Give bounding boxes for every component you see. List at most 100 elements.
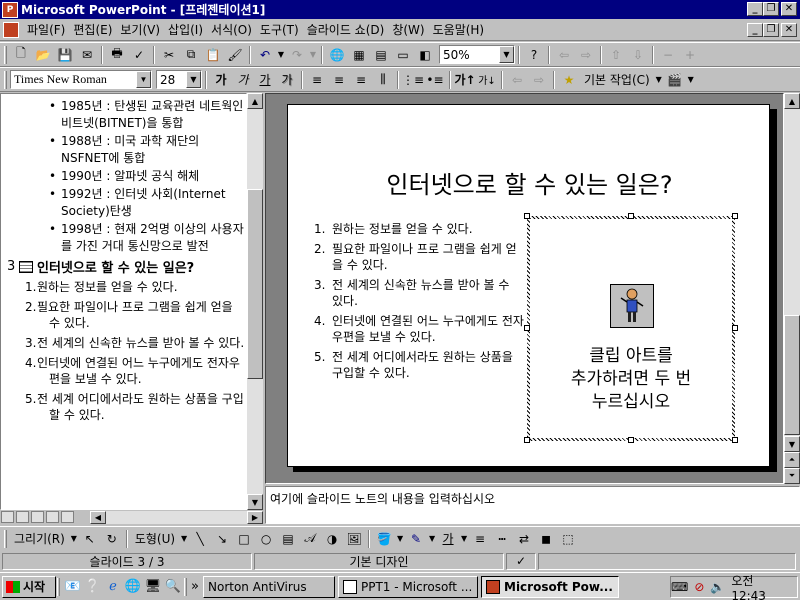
font-color-icon[interactable]: 가 <box>437 528 459 549</box>
outline-bullet[interactable]: 1988년 : 미국 과학 재단의 NSFNET에 통합 <box>1 133 246 167</box>
draw-menu-button[interactable]: 그리기(R) <box>10 530 69 547</box>
spelling-icon[interactable]: ✓ <box>128 44 150 65</box>
zoom-combo[interactable]: 50% ▼ <box>439 45 515 64</box>
resize-handle[interactable] <box>732 213 738 219</box>
minimize-button[interactable]: _ <box>747 2 763 16</box>
menu-help[interactable]: 도움말(H) <box>429 21 489 38</box>
3d-style-icon[interactable]: ⬚ <box>557 528 579 549</box>
collapse-icon[interactable]: − <box>657 44 679 65</box>
open-icon[interactable]: 📂 <box>32 44 54 65</box>
volume-icon[interactable]: 🔈 <box>710 580 725 594</box>
scroll-down-icon[interactable]: ▼ <box>784 436 800 452</box>
slide-pane[interactable]: 인터넷으로 할 수 있는 일은? 1. 원하는 정보를 얻을 수 있다. 2. 필요… <box>265 93 784 484</box>
chevron-down-icon[interactable]: ▼ <box>499 46 514 63</box>
outline-view-icon[interactable] <box>16 511 29 523</box>
menu-slideshow[interactable]: 슬라이드 쇼(D) <box>303 21 389 38</box>
distribute-icon[interactable]: ⫼ <box>372 69 394 90</box>
taskbar-grip[interactable] <box>184 577 187 596</box>
doc-close-button[interactable]: ✕ <box>781 23 797 37</box>
previous-slide-icon[interactable]: ⏶ <box>784 452 800 468</box>
paste-icon[interactable]: 📋 <box>202 44 224 65</box>
start-button[interactable]: 시작 <box>2 575 56 598</box>
arrow-tool-icon[interactable]: ↘ <box>211 528 233 549</box>
dash-style-icon[interactable]: ┅ <box>491 528 513 549</box>
menu-edit[interactable]: 편집(E) <box>69 21 116 38</box>
wordart-icon[interactable]: 𝒜 <box>299 528 321 549</box>
slide-scrollbar[interactable]: ▲ ▼ ⏶ ⏷ <box>784 93 800 484</box>
redo-icon[interactable]: ↷ <box>286 44 308 65</box>
copy-icon[interactable]: ⧉ <box>180 44 202 65</box>
internet-explorer-icon[interactable]: ℯ <box>103 577 123 597</box>
desktop-icon[interactable]: 🖥 <box>143 577 163 597</box>
rectangle-tool-icon[interactable]: □ <box>233 528 255 549</box>
shadow-icon[interactable]: 가 <box>276 69 298 90</box>
search-icon[interactable]: 🔍 <box>163 577 183 597</box>
task-ppt1[interactable]: PPT1 - Microsoft ... <box>338 575 478 598</box>
outline-numbered-item[interactable]: 5.전 세계 어디에서라도 원하는 상품을 구입할 수 있다. <box>1 391 246 423</box>
slide-sorter-view-icon[interactable] <box>46 511 59 523</box>
email-icon[interactable]: ✉ <box>76 44 98 65</box>
font-size-combo[interactable]: 28 ▼ <box>156 70 202 89</box>
grayscale-icon[interactable]: ◧ <box>414 44 436 65</box>
demote-icon[interactable]: ⇨ <box>575 44 597 65</box>
toolbar-grip[interactable] <box>4 529 7 548</box>
doc-restore-button[interactable]: ❐ <box>763 23 779 37</box>
move-up-icon[interactable]: ⇧ <box>605 44 627 65</box>
line-tool-icon[interactable]: ╲ <box>189 528 211 549</box>
oval-tool-icon[interactable]: ○ <box>255 528 277 549</box>
animation-star-icon[interactable]: ★ <box>558 69 580 90</box>
slide-list-item[interactable]: 3. 전 세계의 신속한 뉴스를 받아 볼 수 있다. <box>314 277 524 309</box>
help-icon[interactable]: ❔ <box>83 577 103 597</box>
scroll-up-icon[interactable]: ▲ <box>247 93 263 109</box>
dropdown-arrow-icon[interactable]: ▼ <box>654 69 664 90</box>
save-icon[interactable]: 💾 <box>54 44 76 65</box>
outline-slide-title[interactable]: 3 인터넷으로 할 수 있는 일은? <box>1 256 246 277</box>
outline-pane[interactable]: 1985년 : 탄생된 교육관련 네트웍인 비트넷(BITNET)을 통합 19… <box>0 93 247 510</box>
expand-icon[interactable]: + <box>679 44 701 65</box>
horizontal-scrollbar[interactable]: ◀ ▶ <box>90 511 263 524</box>
format-painter-icon[interactable]: 🖌 <box>224 44 246 65</box>
antivirus-tray-icon[interactable]: ⊘ <box>694 580 704 594</box>
resize-handle[interactable] <box>524 325 530 331</box>
resize-handle[interactable] <box>524 437 530 443</box>
textbox-icon[interactable]: ▤ <box>277 528 299 549</box>
dropdown-arrow-icon[interactable]: ▼ <box>179 528 189 549</box>
outline-bullet[interactable]: 1992년 : 인터넷 사회(Internet Society)탄생 <box>1 186 246 220</box>
slide-list-item[interactable]: 4. 인터넷에 연결된 어느 누구에게도 전자우편을 보낼 수 있다. <box>314 313 524 345</box>
menu-view[interactable]: 보기(V) <box>116 21 164 38</box>
clip-art-icon[interactable] <box>610 284 654 328</box>
slide-list-item[interactable]: 2. 필요한 파일이나 프로 그램을 쉽게 얻을 수 있다. <box>314 241 524 273</box>
new-icon[interactable]: 🗋 <box>10 44 32 65</box>
resize-handle[interactable] <box>628 213 634 219</box>
browser-icon[interactable]: 🌐 <box>123 577 143 597</box>
normal-view-icon[interactable] <box>1 511 14 523</box>
chevron-down-icon[interactable]: ▼ <box>186 71 201 88</box>
scroll-thumb[interactable] <box>247 189 263 379</box>
powerpoint-app-icon[interactable]: P <box>2 1 18 18</box>
scroll-up-icon[interactable]: ▲ <box>784 93 800 109</box>
scroll-down-icon[interactable]: ▼ <box>247 494 263 510</box>
spelling-status-icon[interactable]: ✓ <box>506 552 536 570</box>
cut-icon[interactable]: ✂ <box>158 44 180 65</box>
shadow-style-icon[interactable]: ◼ <box>535 528 557 549</box>
taskbar-grip[interactable] <box>57 577 60 596</box>
increase-font-icon[interactable]: 가↑ <box>454 69 476 90</box>
task-powerpoint[interactable]: Microsoft Pow... <box>481 575 619 598</box>
help-icon[interactable]: ? <box>523 44 545 65</box>
new-slide-icon[interactable]: ▭ <box>392 44 414 65</box>
outline-numbered-item[interactable]: 4.인터넷에 연결된 어느 누구에게도 전자우편을 보낼 수 있다. <box>1 355 246 387</box>
decrease-font-icon[interactable]: 가↓ <box>476 69 498 90</box>
resize-handle[interactable] <box>732 325 738 331</box>
menu-format[interactable]: 서식(O) <box>207 21 256 38</box>
print-icon[interactable]: 🖶 <box>106 44 128 65</box>
menu-insert[interactable]: 삽입(I) <box>164 21 207 38</box>
scroll-left-icon[interactable]: ◀ <box>90 511 106 524</box>
close-button[interactable]: ✕ <box>781 2 797 16</box>
slide-list-item[interactable]: 5. 전 세계 어디에서라도 원하는 상품을 구입할 수 있다. <box>314 349 524 381</box>
outline-bullet[interactable]: 1998년 : 현재 2억명 이상의 사용자를 가진 거대 통신망으로 발전 <box>1 221 246 255</box>
bold-icon[interactable]: 가 <box>210 69 232 90</box>
promote-icon[interactable]: ⇦ <box>506 69 528 90</box>
dropdown-arrow-icon[interactable]: ▼ <box>686 69 696 90</box>
align-center-icon[interactable]: ≡ <box>328 69 350 90</box>
dropdown-arrow-icon[interactable]: ▼ <box>459 528 469 549</box>
